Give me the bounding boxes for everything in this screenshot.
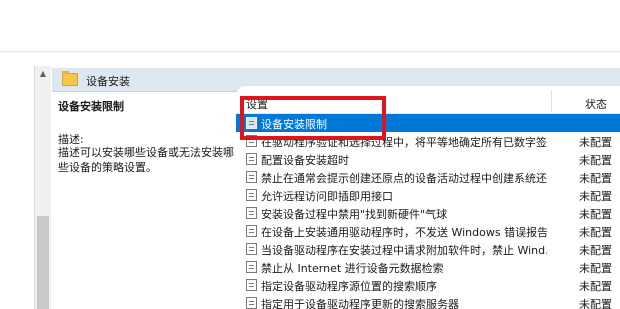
list-item-label: 允许远程访问即插即用接口 <box>261 190 393 203</box>
policy-setting-icon <box>246 261 257 273</box>
toolbar-area <box>0 0 620 52</box>
list-item-label: 指定设备驱动程序源位置的搜索顺序 <box>261 280 437 293</box>
list-item[interactable]: 安装设备过程中禁用"找到新硬件"气球 未配置 <box>236 204 620 222</box>
list-item-state: 未配置 <box>579 262 612 275</box>
list-item-label: 指定用于设备驱动程序更新的搜索服务器 <box>261 298 459 309</box>
policy-setting-icon <box>246 279 257 291</box>
description-title: 设备安装限制 <box>58 100 124 113</box>
list-item-state: 未配置 <box>579 298 612 309</box>
list-item[interactable]: 当设备驱动程序在安装过程中请求附加软件时，禁止 Wind… 未配置 <box>236 240 620 258</box>
list-item[interactable]: 禁止在通常会提示创建还原点的设备活动过程中创建系统还… 未配置 <box>236 168 620 186</box>
column-divider[interactable] <box>551 90 552 112</box>
list-item-label: 禁止从 Internet 进行设备元数据检索 <box>261 262 444 275</box>
policy-setting-icon <box>246 297 257 309</box>
annotation-highlight-box <box>240 96 386 140</box>
list-item-label: 当设备驱动程序在安装过程中请求附加软件时，禁止 Wind… <box>261 244 547 257</box>
description-body: 描述可以安装哪些设备或无法安装哪些设备的策略设置。 <box>58 146 234 174</box>
list-item-state: 未配置 <box>579 244 612 257</box>
policy-setting-icon <box>246 189 257 201</box>
list-item-state: 未配置 <box>579 208 612 221</box>
list-item-label: 配置设备安装超时 <box>261 154 349 167</box>
list-item-state: 未配置 <box>579 280 612 293</box>
list-item-state: 未配置 <box>579 154 612 167</box>
list-item-label: 安装设备过程中禁用"找到新硬件"气球 <box>261 208 448 221</box>
policy-setting-icon <box>246 243 257 255</box>
left-pane-scrollbar[interactable]: ▲ <box>34 66 51 309</box>
policy-setting-icon <box>246 153 257 165</box>
list-item[interactable]: 指定设备驱动程序源位置的搜索顺序 未配置 <box>236 276 620 294</box>
list-item-state: 未配置 <box>579 172 612 185</box>
folder-title: 设备安装 <box>86 75 130 88</box>
list-item[interactable]: 允许远程访问即插即用接口 未配置 <box>236 186 620 204</box>
list-item[interactable]: 指定用于设备驱动程序更新的搜索服务器 未配置 <box>236 294 620 309</box>
column-state[interactable]: 状态 <box>585 96 607 112</box>
policy-setting-icon <box>246 225 257 237</box>
list-item[interactable]: 禁止从 Internet 进行设备元数据检索 未配置 <box>236 258 620 276</box>
list-item-state: 未配置 <box>579 136 612 149</box>
list-item-state: 未配置 <box>579 190 612 203</box>
list-item-label: 在设备上安装通用驱动程序时，不发送 Windows 错误报告 <box>261 226 547 239</box>
list-item[interactable]: 配置设备安装超时 未配置 <box>236 150 620 168</box>
scroll-up-arrow-icon[interactable]: ▲ <box>35 66 51 82</box>
list-item-state: 未配置 <box>579 226 612 239</box>
policy-setting-icon <box>246 171 257 183</box>
list-item-label: 禁止在通常会提示创建还原点的设备活动过程中创建系统还… <box>261 172 547 185</box>
scroll-thumb[interactable] <box>37 216 49 309</box>
policy-setting-icon <box>246 207 257 219</box>
list-item[interactable]: 在设备上安装通用驱动程序时，不发送 Windows 错误报告 未配置 <box>236 222 620 240</box>
folder-icon <box>62 71 78 86</box>
